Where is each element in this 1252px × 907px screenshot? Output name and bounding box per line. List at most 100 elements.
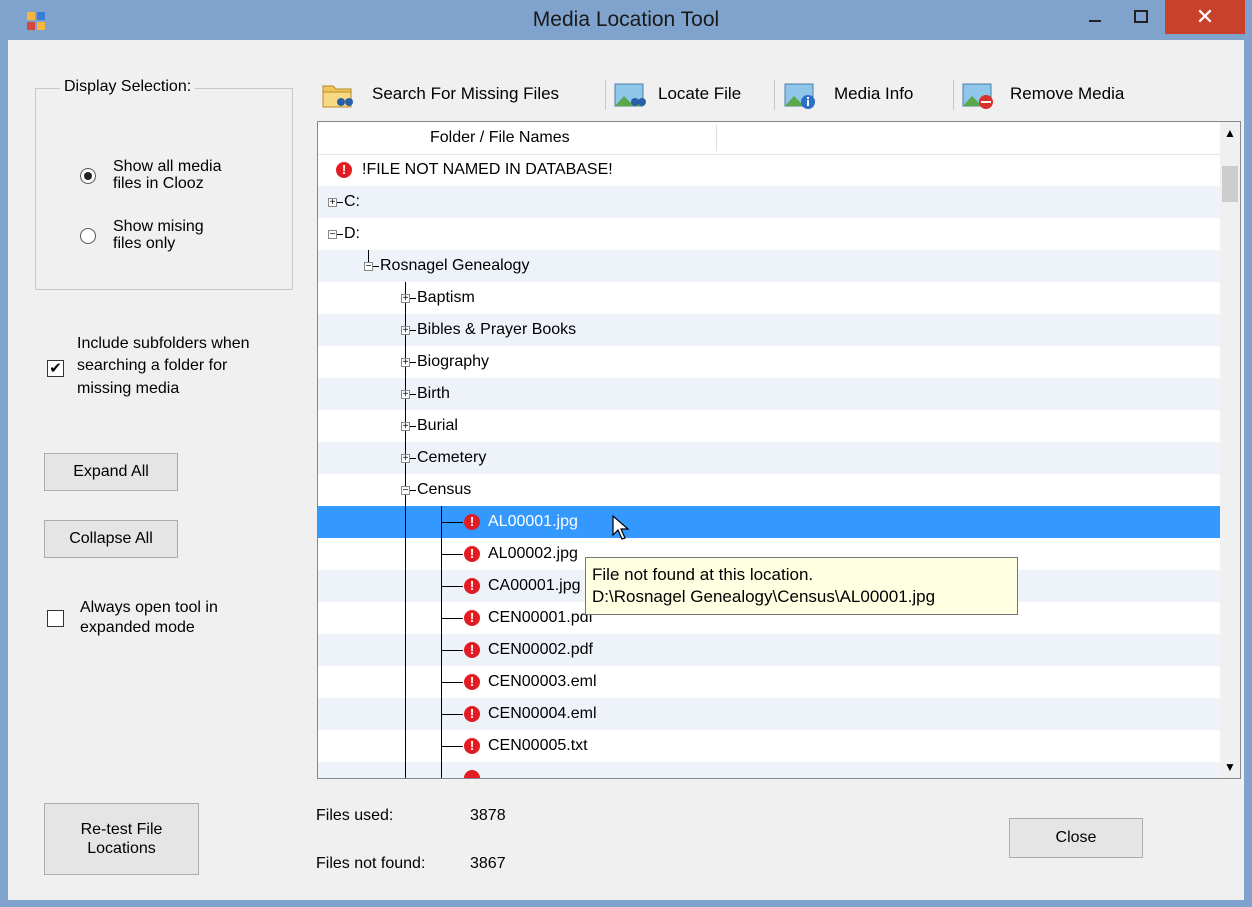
expand-icon[interactable]: + bbox=[401, 326, 410, 336]
close-button[interactable]: Close bbox=[1009, 818, 1143, 858]
maximize-button[interactable] bbox=[1118, 2, 1164, 36]
tree-connector bbox=[373, 266, 379, 267]
locate-file-button[interactable]: Locate File bbox=[658, 84, 741, 104]
error-icon: ! bbox=[464, 738, 480, 754]
collapse-icon[interactable]: − bbox=[328, 230, 337, 240]
tree-row[interactable]: + Burial bbox=[318, 410, 1220, 442]
expand-icon[interactable]: + bbox=[401, 358, 410, 368]
tree-row-label: C: bbox=[344, 193, 360, 210]
error-icon bbox=[464, 770, 480, 778]
tree-connector bbox=[405, 666, 406, 698]
files-not-found-label: Files not found: bbox=[316, 855, 426, 872]
tree-row[interactable]: − Rosnagel Genealogy bbox=[318, 250, 1220, 282]
expand-icon[interactable]: + bbox=[401, 454, 410, 464]
tree-connector bbox=[441, 554, 463, 555]
retest-file-locations-button[interactable]: Re-test File Locations bbox=[44, 803, 199, 875]
tree-connector bbox=[410, 298, 416, 299]
expand-icon[interactable]: + bbox=[328, 198, 337, 208]
tooltip-line-2: D:\Rosnagel Genealogy\Census\AL00001.jpg bbox=[592, 587, 936, 606]
error-icon: ! bbox=[464, 706, 480, 722]
column-divider[interactable] bbox=[716, 125, 717, 151]
vertical-scrollbar[interactable]: ▲ ▼ bbox=[1220, 122, 1240, 778]
image-binoculars-icon[interactable] bbox=[614, 80, 646, 110]
show-missing-radio[interactable] bbox=[80, 228, 96, 244]
tree-row-label: D: bbox=[344, 225, 360, 242]
show-all-radio[interactable] bbox=[80, 168, 96, 184]
show-missing-label-2: files only bbox=[113, 235, 176, 252]
tree-row[interactable]: + Bibles & Prayer Books bbox=[318, 314, 1220, 346]
error-icon: ! bbox=[464, 578, 480, 594]
expand-icon[interactable]: + bbox=[401, 422, 410, 432]
scrollbar-thumb[interactable] bbox=[1222, 166, 1238, 202]
image-remove-icon[interactable] bbox=[962, 80, 994, 110]
image-info-icon[interactable] bbox=[784, 80, 816, 110]
tree-connector bbox=[405, 634, 406, 666]
checkmark-icon: ✔ bbox=[49, 360, 62, 377]
close-window-button[interactable]: ✕ bbox=[1165, 0, 1245, 34]
tree-connector bbox=[410, 490, 416, 491]
media-info-button[interactable]: Media Info bbox=[834, 84, 913, 104]
file-not-found-tooltip: File not found at this location. D:\Rosn… bbox=[585, 557, 1018, 615]
tree-row[interactable]: + C: bbox=[318, 186, 1220, 218]
search-missing-files-button[interactable]: Search For Missing Files bbox=[372, 84, 559, 104]
tree-row-label: Rosnagel Genealogy bbox=[380, 257, 530, 274]
tree-row-label: Biography bbox=[417, 353, 490, 370]
show-all-label-2: files in Clooz bbox=[113, 175, 204, 192]
toolbar-separator bbox=[953, 80, 954, 110]
error-icon: ! bbox=[464, 674, 480, 690]
tree-row[interactable]: ! CEN00004.eml bbox=[318, 698, 1220, 730]
files-not-found-value: 3867 bbox=[470, 855, 506, 872]
tree-connector bbox=[441, 650, 463, 651]
error-icon: ! bbox=[464, 642, 480, 658]
error-icon: ! bbox=[464, 610, 480, 626]
tree-connector bbox=[410, 362, 416, 363]
collapse-icon[interactable]: − bbox=[364, 262, 373, 272]
error-icon: ! bbox=[464, 514, 480, 530]
include-subfolders-label-2: searching a folder for bbox=[77, 357, 228, 374]
tree-row-label: Bibles & Prayer Books bbox=[417, 321, 577, 338]
tree-row[interactable]: + Cemetery bbox=[318, 442, 1220, 474]
collapse-icon[interactable]: − bbox=[401, 486, 410, 496]
remove-media-button[interactable]: Remove Media bbox=[1010, 84, 1124, 104]
expand-icon[interactable]: + bbox=[401, 390, 410, 400]
expand-icon[interactable]: + bbox=[401, 294, 410, 304]
tree-row[interactable]: ! CEN00005.txt bbox=[318, 730, 1220, 762]
tree-row[interactable]: ! !FILE NOT NAMED IN DATABASE! bbox=[318, 154, 1220, 186]
tree-row-selected[interactable]: ! AL00001.jpg bbox=[318, 506, 1220, 540]
tree-row-label: AL00001.jpg bbox=[488, 513, 578, 530]
minimize-button[interactable] bbox=[1072, 2, 1118, 36]
tree-connector bbox=[441, 586, 463, 587]
toolbar-separator bbox=[605, 80, 606, 110]
collapse-all-button[interactable]: Collapse All bbox=[44, 520, 178, 558]
tree-row-label: Burial bbox=[417, 417, 458, 434]
tree-row[interactable]: + Baptism bbox=[318, 282, 1220, 314]
tree-connector bbox=[405, 602, 406, 634]
tree-row-label: Cemetery bbox=[417, 449, 487, 466]
tree-connector bbox=[405, 506, 406, 538]
tree-row-label: AL00002.jpg bbox=[488, 545, 578, 562]
files-used-label: Files used: bbox=[316, 807, 394, 824]
expand-all-button[interactable]: Expand All bbox=[44, 453, 178, 491]
tree-connector bbox=[441, 682, 463, 683]
tree-row-label: CEN00005.txt bbox=[488, 737, 588, 754]
scroll-down-arrow-icon[interactable]: ▼ bbox=[1220, 756, 1240, 778]
folder-file-tree[interactable]: Folder / File Names ! !FILE NOT NAMED IN… bbox=[317, 121, 1241, 779]
error-icon: ! bbox=[464, 546, 480, 562]
folder-binoculars-icon[interactable] bbox=[322, 80, 354, 110]
retest-label-2: Locations bbox=[87, 840, 156, 857]
include-subfolders-checkbox[interactable]: ✔ bbox=[47, 360, 64, 377]
tree-column-header[interactable]: Folder / File Names bbox=[318, 122, 1220, 155]
tree-row[interactable]: + Biography bbox=[318, 346, 1220, 378]
tree-row[interactable]: ! CEN00002.pdf bbox=[318, 634, 1220, 666]
always-open-label-1: Always open tool in bbox=[80, 599, 218, 616]
scroll-up-arrow-icon[interactable]: ▲ bbox=[1220, 122, 1240, 144]
tree-row[interactable]: + Birth bbox=[318, 378, 1220, 410]
tree-row[interactable]: − Census bbox=[318, 474, 1220, 506]
tree-connector bbox=[410, 426, 416, 427]
tree-row[interactable]: ! CEN00003.eml bbox=[318, 666, 1220, 698]
tree-row[interactable]: − D: bbox=[318, 218, 1220, 250]
display-selection-legend: Display Selection: bbox=[60, 78, 196, 96]
tree-row-partial[interactable] bbox=[318, 762, 1220, 778]
always-open-checkbox[interactable] bbox=[47, 610, 64, 627]
tree-connector bbox=[337, 234, 343, 235]
